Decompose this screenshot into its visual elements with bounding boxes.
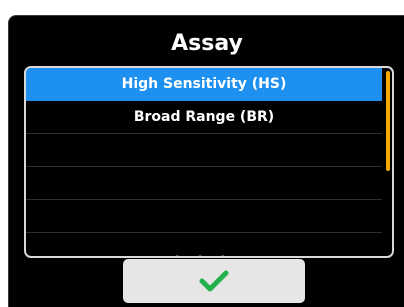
list-item-broad-range[interactable]: Broad Range (BR)	[26, 101, 382, 134]
partial-list-item-text: - - -	[175, 251, 233, 258]
confirm-button[interactable]	[123, 259, 305, 303]
assay-dialog: Assay High Sensitivity (HS) Broad Range …	[8, 15, 404, 307]
list-item-high-sensitivity[interactable]: High Sensitivity (HS)	[26, 68, 382, 101]
list-item-empty[interactable]	[26, 167, 382, 200]
list-scrollbar[interactable]	[386, 71, 390, 171]
checkmark-icon	[199, 270, 229, 292]
assay-list[interactable]: High Sensitivity (HS) Broad Range (BR) -…	[24, 66, 394, 258]
list-item-empty[interactable]	[26, 134, 382, 167]
dialog-title: Assay	[171, 31, 243, 56]
list-item-empty[interactable]	[26, 200, 382, 233]
